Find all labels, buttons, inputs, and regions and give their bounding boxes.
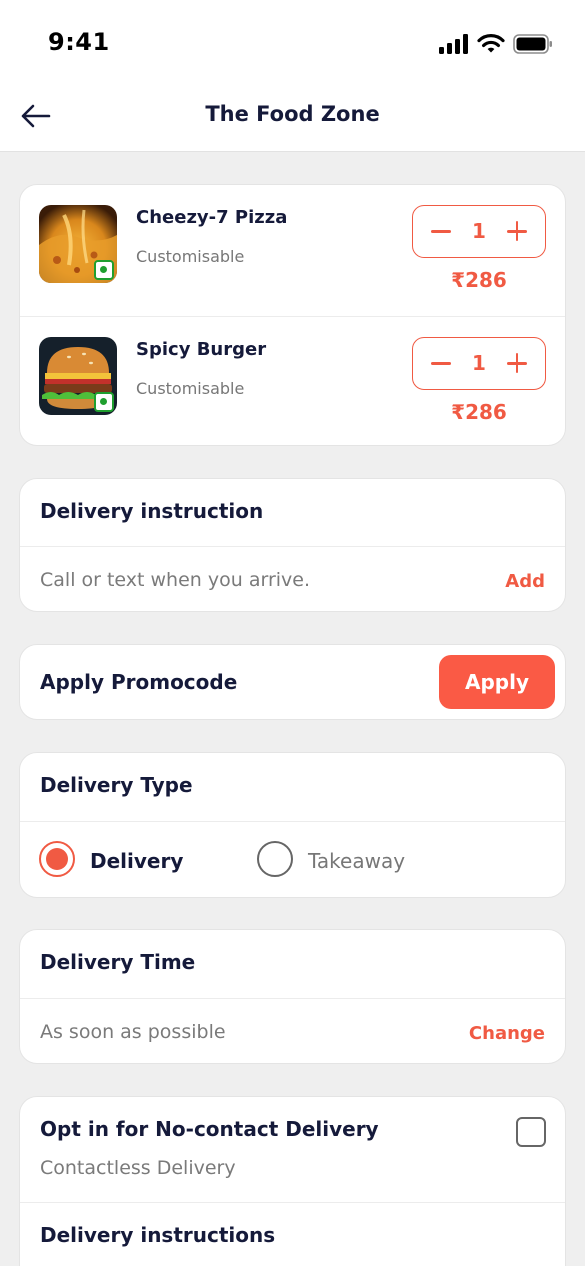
radio-label-delivery[interactable]: Delivery (90, 849, 183, 873)
delivery-type-card: Delivery Type Delivery Takeaway (19, 752, 566, 898)
promocode-label: Apply Promocode (40, 670, 238, 694)
battery-icon (513, 34, 552, 54)
delivery-instruction-card: Delivery instruction Call or text when y… (19, 478, 566, 612)
quantity-stepper: 1 (412, 337, 546, 390)
increase-quantity-button[interactable] (497, 206, 537, 256)
radio-label-takeaway[interactable]: Takeaway (308, 849, 405, 873)
status-bar: 9:41 (0, 0, 585, 80)
radio-delivery[interactable] (39, 841, 75, 877)
delivery-time-card: Delivery Time As soon as possible Change (19, 929, 566, 1064)
no-contact-subtitle: Contactless Delivery (40, 1157, 236, 1179)
increase-quantity-button[interactable] (497, 338, 537, 388)
item-price: ₹286 (451, 400, 507, 424)
veg-indicator-icon (94, 392, 114, 412)
wifi-icon (477, 34, 505, 53)
change-delivery-time-link[interactable]: Change (469, 1023, 545, 1044)
delivery-instructions-title: Delivery instructions (40, 1223, 276, 1247)
cellular-signal-icon (439, 34, 468, 54)
item-name: Spicy Burger (136, 339, 267, 360)
pizza-image (39, 205, 117, 283)
cart-item: Spicy Burger Customisable 1 ₹286 (20, 316, 565, 445)
status-icons (439, 34, 553, 54)
burger-image (39, 337, 117, 415)
add-instruction-link[interactable]: Add (505, 571, 545, 592)
cart-item: Cheezy-7 Pizza Customisable 1 ₹286 (20, 185, 565, 316)
divider (20, 998, 565, 999)
no-contact-checkbox[interactable] (516, 1117, 546, 1147)
page-title: The Food Zone (205, 102, 380, 126)
decrease-quantity-button[interactable] (421, 338, 461, 388)
item-name: Cheezy-7 Pizza (136, 207, 288, 228)
section-title: Delivery Time (40, 950, 196, 974)
app-header: The Food Zone (0, 80, 585, 152)
veg-indicator-icon (94, 260, 114, 280)
decrease-quantity-button[interactable] (421, 206, 461, 256)
cart-items-card: Cheezy-7 Pizza Customisable 1 ₹286 Spicy… (19, 184, 566, 446)
no-contact-delivery-card: Opt in for No-contact Delivery Contactle… (19, 1096, 566, 1266)
no-contact-title: Opt in for No-contact Delivery (40, 1117, 379, 1141)
item-subtitle: Customisable (136, 379, 245, 398)
quantity-value: 1 (472, 351, 486, 375)
divider (20, 1202, 565, 1203)
status-time: 9:41 (48, 28, 110, 56)
section-title: Delivery Type (40, 773, 193, 797)
quantity-stepper: 1 (412, 205, 546, 258)
delivery-instruction-input[interactable]: Call or text when you arrive. (40, 569, 310, 591)
quantity-value: 1 (472, 219, 486, 243)
divider (20, 546, 565, 547)
item-price: ₹286 (451, 268, 507, 292)
apply-promocode-button[interactable]: Apply (439, 655, 555, 709)
delivery-time-value: As soon as possible (40, 1021, 226, 1043)
divider (20, 821, 565, 822)
section-title: Delivery instruction (40, 499, 264, 523)
item-subtitle: Customisable (136, 247, 245, 266)
radio-takeaway[interactable] (257, 841, 293, 877)
promocode-card: Apply Promocode Apply (19, 644, 566, 720)
